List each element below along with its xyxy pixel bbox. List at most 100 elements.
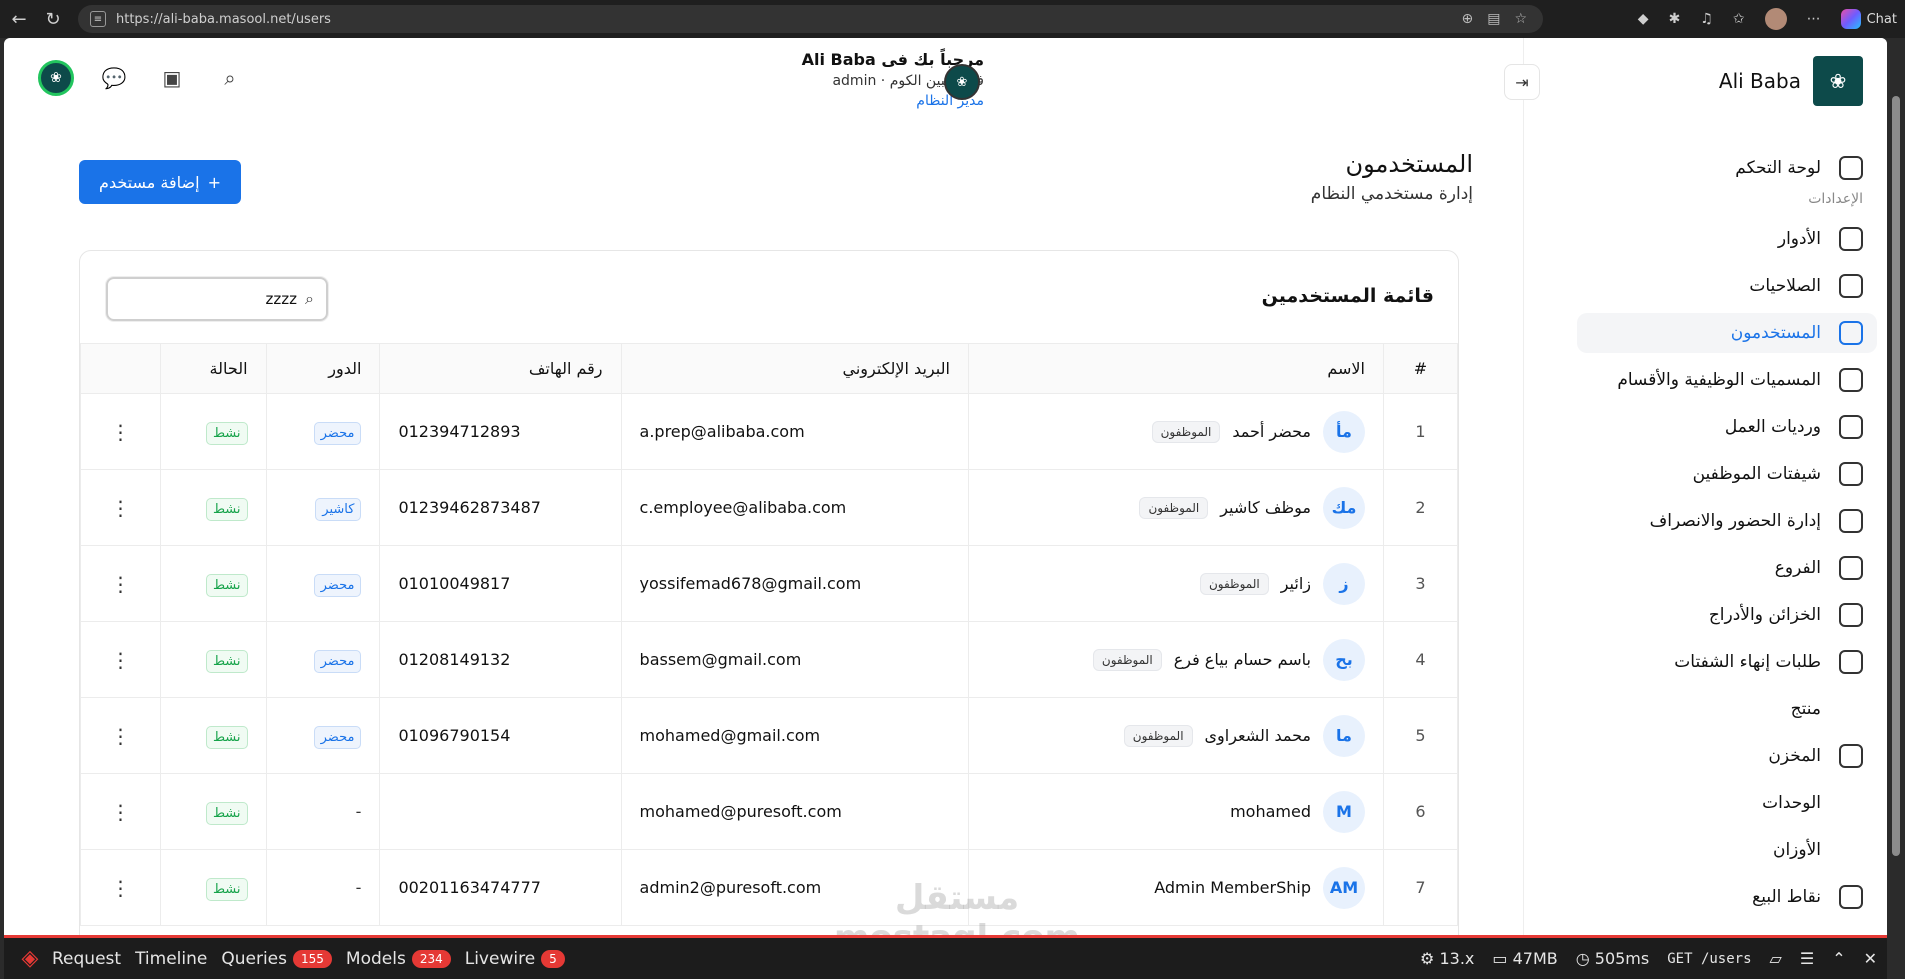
close-icon[interactable]: ✕ [1864,949,1877,968]
table-row: 7 AM Admin MemberShip admin2@puresoft.com 00… [80,849,1458,926]
address-bar[interactable]: ≡ https://ali-baba.masool.net/users ⊕ ▤ … [78,5,1543,33]
settings-icon[interactable]: ☰ [1800,949,1814,968]
sidebar-item[interactable]: طلبات إنهاء الشفتات [1577,642,1877,682]
search-icon[interactable]: ⌕ [212,60,248,96]
time-stat[interactable]: ◷ 505ms [1576,949,1650,968]
add-user-button[interactable]: + إضافة مستخدم [79,160,241,204]
role-cell: - [265,773,381,850]
row-name-cell: مك موظف كاشير الموظفون [967,469,1385,546]
row-actions-icon[interactable]: ⋮ [80,545,161,622]
reload-icon[interactable]: ↻ [38,4,68,34]
debug-tab-queries[interactable]: Queries 155 [221,949,332,969]
grid-icon [1839,156,1863,180]
sidebar-item-label: نقاط البيع [1752,887,1821,907]
col-email[interactable]: البريد الإلكتروني [620,343,969,394]
sidebar-item[interactable]: الأدوار [1577,219,1877,259]
page-heading: المستخدمون إدارة مستخدمي النظام [1311,150,1473,204]
page-scrollbar[interactable] [1887,38,1905,935]
extension-icon[interactable]: ◆ [1638,11,1649,27]
sidebar-item-label: الوحدات [1762,793,1821,813]
user-phone: 012394712893 [379,393,622,470]
debug-tab-request[interactable]: Request [52,949,121,969]
welcome-avatar: ❀ [944,64,980,100]
sidebar-item[interactable]: الوحدات [1577,783,1877,823]
debug-tab-models[interactable]: Models 234 [346,949,451,969]
sidebar-item[interactable]: شيفتات الموظفين [1577,454,1877,494]
debug-bar: ◈ Request Timeline Queries 155 Models 234 Live… [4,935,1887,979]
col-name[interactable]: الاسم [967,343,1385,394]
chat-icon[interactable]: 💬 [96,60,132,96]
chat-button[interactable]: Chat [1840,9,1897,29]
sidebar-item-label: المخزن [1768,746,1821,766]
sidebar-item[interactable]: إدارة الحضور والانصراف [1577,501,1877,541]
sidebar-item[interactable]: نقاط البيع [1577,877,1877,917]
debug-tab-livewire[interactable]: Livewire 5 [465,949,565,969]
department-badge: الموظفون [1123,724,1193,747]
table-row: 2 مك موظف كاشير الموظفون c.employee@alibaba.… [80,469,1458,546]
favorites-bar-icon[interactable]: ✩ [1733,11,1745,27]
search-input[interactable]: ⌕ zzzz [106,277,328,321]
sidebar-item[interactable]: المخزن [1577,736,1877,776]
screen: ← ↻ ≡ https://ali-baba.masool.net/users … [0,0,1905,979]
collections-icon[interactable]: ♫ [1700,11,1713,27]
chevron-up-icon[interactable]: ⌃ [1832,949,1845,968]
row-name-cell: ما محمد الشعراوى الموظفون [967,697,1385,774]
card-title: قائمة المستخدمين [1261,285,1434,307]
avatar: مأ [1323,410,1365,453]
sidebar-item[interactable]: ورديات العمل [1577,407,1877,447]
zoom-icon[interactable]: ⊕ [1461,11,1473,27]
laravel-icon[interactable]: ◈ [14,943,46,975]
debug-count-badge: 234 [411,949,451,968]
more-icon[interactable]: ⋯ [1807,11,1821,27]
blank-icon [1839,838,1863,862]
user-avatar-icon[interactable]: ❀ [38,60,74,96]
row-actions-icon[interactable]: ⋮ [80,849,161,926]
col-status[interactable]: الحالة [160,343,267,394]
row-actions-icon[interactable]: ⋮ [80,393,161,470]
sidebar-item[interactable]: المستخدمون [1577,313,1877,353]
shield-check-icon [1839,274,1863,298]
version-stat[interactable]: ⚙ 13.x [1420,949,1474,968]
avatar: AM [1323,866,1365,909]
col-index[interactable]: # [1383,343,1458,394]
brand[interactable]: Ali Baba ❀ [1719,56,1863,106]
briefcase-icon [1839,368,1863,392]
sidebar-item[interactable]: الأوزان [1577,830,1877,870]
browser-profile-avatar[interactable] [1764,8,1787,30]
sidebar-item[interactable]: لوحة التحكم [1577,148,1877,188]
collapse-sidebar-icon[interactable]: ⇥ [1504,64,1540,100]
route-stat[interactable]: GET /users [1667,951,1751,967]
row-name-cell: مأ محضر أحمد الموظفون [967,393,1385,470]
row-actions-icon[interactable]: ⋮ [80,773,161,850]
site-info-icon[interactable]: ≡ [90,11,106,27]
back-icon[interactable]: ← [4,4,34,34]
row-actions-icon[interactable]: ⋮ [80,697,161,774]
sidebar-item-label: الصلاحيات [1749,276,1821,296]
sidebar-item[interactable]: منتج [1577,689,1877,729]
page-subtitle: إدارة مستخدمي النظام [1310,184,1473,204]
col-role[interactable]: الدور [265,343,381,394]
reader-icon[interactable]: ▤ [1487,11,1500,27]
sidebar-item[interactable]: المسميات الوظيفية والأقسام [1577,360,1877,400]
status-cell: نشط [160,469,267,546]
user-phone: 01096790154 [379,697,622,774]
row-name-cell: ز زائير الموظفون [967,545,1385,622]
plus-icon: + [207,172,221,192]
user-name: محضر أحمد [1232,422,1311,441]
sidebar-item[interactable]: الخزائن والأدراج [1577,595,1877,635]
user-name: باسم حسام بياع فرع [1173,650,1311,669]
memory-stat[interactable]: ▭ 47MB [1492,949,1557,968]
row-actions-icon[interactable]: ⋮ [80,621,161,698]
scroll-thumb[interactable] [1892,96,1900,856]
extensions-icon[interactable]: ✱ [1669,11,1681,27]
sidebar-item[interactable]: الصلاحيات [1577,266,1877,306]
folder-icon[interactable]: ▱ [1770,949,1782,968]
sidebar-item[interactable]: الفروع [1577,548,1877,588]
favorite-icon[interactable]: ☆ [1514,11,1527,27]
notes-icon[interactable]: ▣ [154,60,190,96]
col-phone[interactable]: رقم الهاتف [379,343,622,394]
debug-tab-timeline[interactable]: Timeline [135,949,207,969]
clock-icon [1839,462,1863,486]
table-header-row: # الاسم البريد الإلكتروني رقم الهاتف الد… [80,343,1458,394]
row-actions-icon[interactable]: ⋮ [80,469,161,546]
